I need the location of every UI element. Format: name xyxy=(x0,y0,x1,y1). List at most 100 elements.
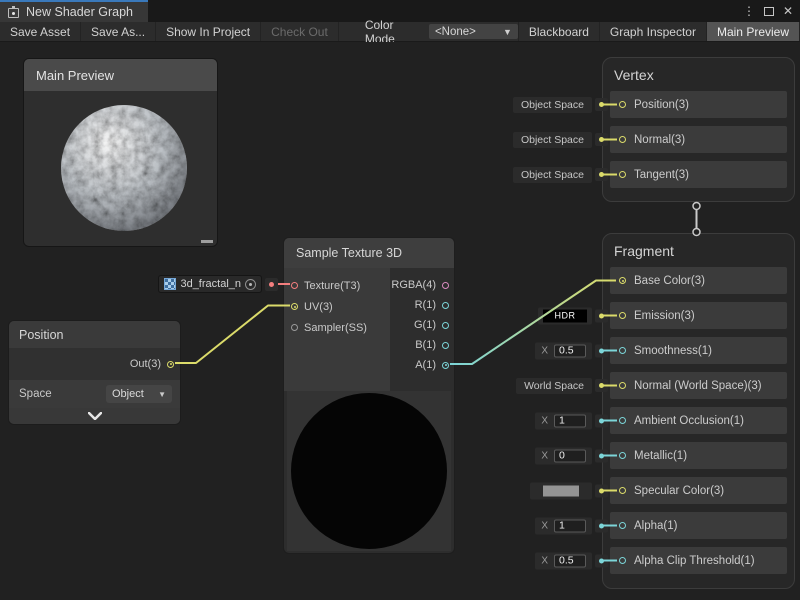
port-label: Ambient Occlusion(1) xyxy=(634,415,744,427)
port-stub-dot[interactable] xyxy=(595,309,608,322)
float-field[interactable]: 0 xyxy=(554,449,586,462)
port-label: Out(3) xyxy=(130,358,161,370)
port-stub-dot[interactable] xyxy=(595,98,608,111)
smoothness-input-port[interactable] xyxy=(619,347,626,354)
main-preview-header[interactable]: Main Preview xyxy=(24,59,217,91)
out-output-port[interactable] xyxy=(167,361,174,368)
port-stub-dot[interactable] xyxy=(595,449,608,462)
float-field[interactable]: 0.5 xyxy=(554,344,586,357)
normal-ws-space-widget[interactable]: World Space xyxy=(516,378,608,394)
specular-color-widget[interactable] xyxy=(530,482,608,499)
fragment-row-emission: Emission(3) xyxy=(610,302,787,329)
alpha-value-widget[interactable]: X1 xyxy=(535,517,608,534)
fragment-node[interactable]: Fragment Base Color(3) Emission(3) Smoot… xyxy=(602,233,795,589)
sample-texture-3d-node[interactable]: Sample Texture 3D Texture(T3) UV(3) Samp… xyxy=(283,237,455,554)
texture-input-port[interactable] xyxy=(291,282,298,289)
save-asset-button[interactable]: Save Asset xyxy=(0,22,81,41)
hdr-color-swatch[interactable]: HDR xyxy=(543,309,587,322)
normal-input-port[interactable] xyxy=(619,136,626,143)
normal-ws-input-port[interactable] xyxy=(619,382,626,389)
object-space-pill[interactable]: Object Space xyxy=(513,97,592,113)
output-row-r: R(1) xyxy=(390,295,454,315)
tab-title: New Shader Graph xyxy=(26,5,133,19)
ambient-occlusion-input-port[interactable] xyxy=(619,417,626,424)
object-picker-icon[interactable] xyxy=(245,279,256,290)
main-preview-panel: Main Preview xyxy=(23,58,218,247)
port-stub-dot[interactable] xyxy=(595,484,608,497)
color-mode-dropdown[interactable]: <None> ▼ xyxy=(429,24,518,39)
alpha-clip-input-port[interactable] xyxy=(619,557,626,564)
sample-node-preview xyxy=(287,391,451,551)
float-field[interactable]: 0.5 xyxy=(554,554,586,567)
main-preview-toggle[interactable]: Main Preview xyxy=(707,22,800,41)
specular-color-input-port[interactable] xyxy=(619,487,626,494)
port-stub-dot[interactable] xyxy=(595,519,608,532)
vertex-row-normal: Normal(3) xyxy=(610,126,787,153)
port-stub-dot[interactable] xyxy=(595,168,608,181)
port-stub-dot[interactable] xyxy=(595,554,608,567)
tangent-space-widget[interactable]: Object Space xyxy=(513,167,608,183)
port-label: Emission(3) xyxy=(634,310,695,322)
rgba-output-port[interactable] xyxy=(442,282,449,289)
input-row-uv: UV(3) xyxy=(284,296,390,317)
fragment-node-title: Fragment xyxy=(603,234,794,267)
texture-object-field-widget[interactable]: 3d_fractal_n xyxy=(158,275,278,293)
tangent-input-port[interactable] xyxy=(619,171,626,178)
vertex-node[interactable]: Vertex Position(3) Normal(3) Tangent(3) xyxy=(602,57,795,202)
object-space-pill[interactable]: Object Space xyxy=(513,167,592,183)
uv-input-port[interactable] xyxy=(291,303,298,310)
maximize-icon[interactable] xyxy=(764,7,774,16)
close-icon[interactable]: ✕ xyxy=(783,5,793,17)
fragment-row-normal-ws: Normal (World Space)(3) xyxy=(610,372,787,399)
texture-object-field[interactable]: 3d_fractal_n xyxy=(158,275,262,293)
port-label: A(1) xyxy=(415,359,436,371)
port-label: Texture(T3) xyxy=(304,280,360,292)
port-stub-dot[interactable] xyxy=(265,278,278,291)
save-as-button[interactable]: Save As... xyxy=(81,22,156,41)
emission-input-port[interactable] xyxy=(619,312,626,319)
ambient-occlusion-value-widget[interactable]: X1 xyxy=(535,412,608,429)
position-node[interactable]: Position Out(3) Space Object ▼ xyxy=(8,320,181,425)
emission-hdr-widget[interactable]: HDR xyxy=(538,307,608,324)
position-input-port[interactable] xyxy=(619,101,626,108)
x-axis-label: X xyxy=(541,345,548,356)
input-row-texture: Texture(T3) xyxy=(284,275,390,296)
metallic-input-port[interactable] xyxy=(619,452,626,459)
port-stub-dot[interactable] xyxy=(595,379,608,392)
port-stub-dot[interactable] xyxy=(595,414,608,427)
toolbar: Save Asset Save As... Show In Project Ch… xyxy=(0,22,800,42)
float-field[interactable]: 1 xyxy=(554,519,586,532)
metallic-value-widget[interactable]: X0 xyxy=(535,447,608,464)
x-axis-label: X xyxy=(541,555,548,566)
space-dropdown-value: Object xyxy=(112,388,154,400)
base-color-input-port[interactable] xyxy=(619,277,626,284)
shader-graph-window: New Shader Graph ⋮ ✕ Save Asset Save As.… xyxy=(0,0,800,600)
tab-new-shader-graph[interactable]: New Shader Graph xyxy=(0,0,148,22)
float-field[interactable]: 1 xyxy=(554,414,586,427)
alpha-input-port[interactable] xyxy=(619,522,626,529)
smoothness-value-widget[interactable]: X 0.5 xyxy=(535,342,608,359)
graph-inspector-toggle[interactable]: Graph Inspector xyxy=(600,22,707,41)
a-output-port[interactable] xyxy=(442,362,449,369)
kebab-menu-icon[interactable]: ⋮ xyxy=(743,5,755,17)
vertex-row-position: Position(3) xyxy=(610,91,787,118)
b-output-port[interactable] xyxy=(442,342,449,349)
alpha-clip-value-widget[interactable]: X 0.5 xyxy=(535,552,608,569)
normal-space-widget[interactable]: Object Space xyxy=(513,132,608,148)
texture-thumbnail-icon xyxy=(164,278,176,290)
space-dropdown[interactable]: Object ▼ xyxy=(106,385,172,403)
check-out-button[interactable]: Check Out xyxy=(261,22,339,41)
color-swatch[interactable] xyxy=(543,485,579,496)
show-in-project-button[interactable]: Show In Project xyxy=(156,22,261,41)
resize-grip[interactable] xyxy=(201,240,213,243)
blackboard-toggle[interactable]: Blackboard xyxy=(518,22,600,41)
position-space-widget[interactable]: Object Space xyxy=(513,97,608,113)
g-output-port[interactable] xyxy=(442,322,449,329)
port-stub-dot[interactable] xyxy=(595,344,608,357)
object-space-pill[interactable]: Object Space xyxy=(513,132,592,148)
r-output-port[interactable] xyxy=(442,302,449,309)
port-stub-dot[interactable] xyxy=(595,133,608,146)
sampler-input-port[interactable] xyxy=(291,324,298,331)
collapse-preview-bar[interactable] xyxy=(9,408,180,424)
world-space-pill[interactable]: World Space xyxy=(516,378,592,394)
